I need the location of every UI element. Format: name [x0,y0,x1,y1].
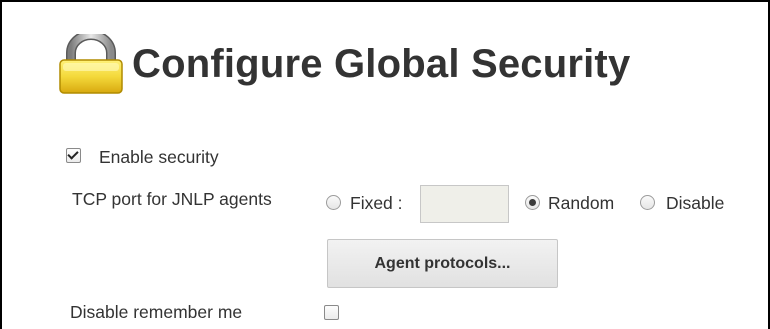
padlock-icon [59,34,123,94]
jnlp-fixed-label[interactable]: Fixed : [350,193,403,214]
jnlp-disable-label[interactable]: Disable [666,193,724,214]
page-title: Configure Global Security [132,42,631,86]
jnlp-fixed-port-input[interactable] [420,185,509,223]
remember-me-label: Disable remember me [70,302,243,322]
agent-protocols-button[interactable]: Agent protocols... [327,239,558,288]
enable-security-checkbox[interactable] [66,148,81,163]
enable-security-label[interactable]: Enable security [99,147,219,168]
jnlp-fixed-radio[interactable] [326,195,341,210]
jnlp-random-label[interactable]: Random [548,193,614,214]
remember-me-checkbox[interactable] [324,305,339,320]
jnlp-port-label: TCP port for JNLP agents [72,189,272,209]
jnlp-random-radio[interactable] [525,195,540,210]
jnlp-disable-radio[interactable] [640,195,655,210]
